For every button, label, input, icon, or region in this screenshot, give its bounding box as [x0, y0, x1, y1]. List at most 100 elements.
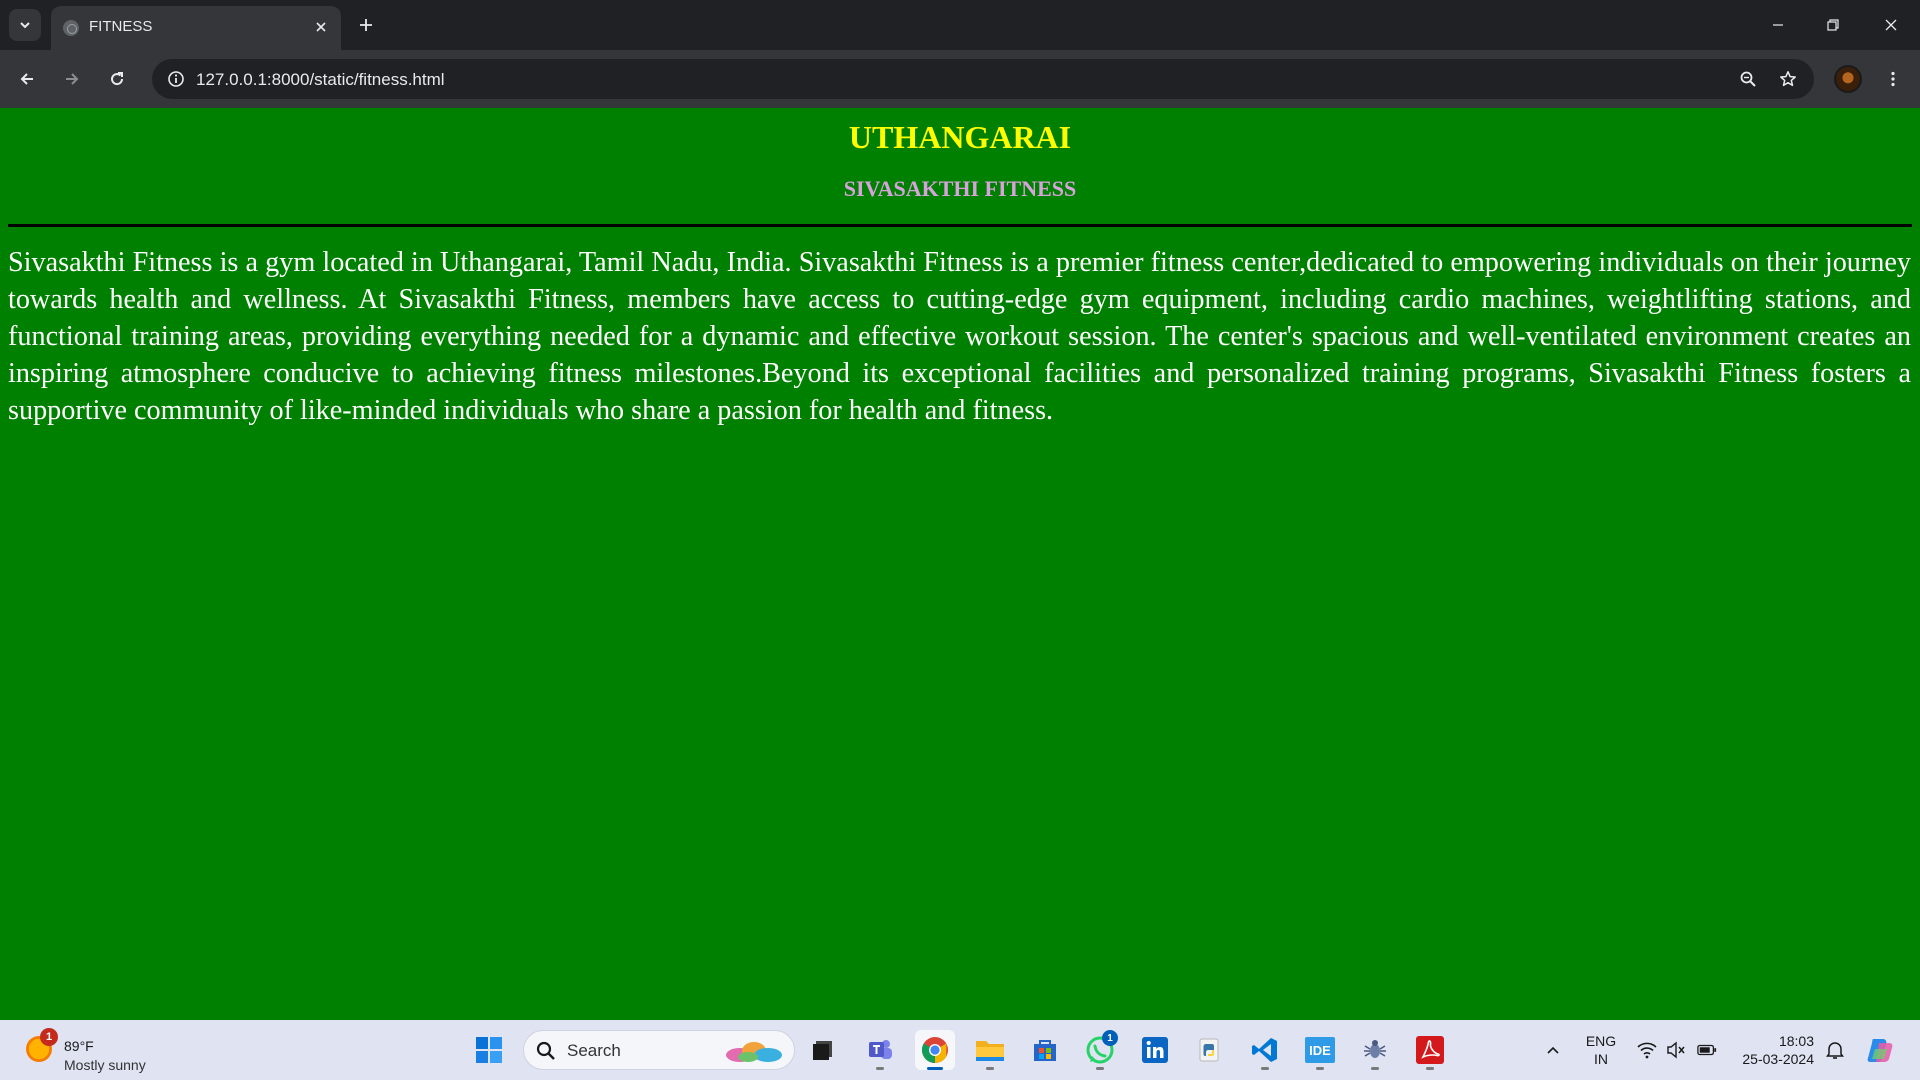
browser-toolbar: 127.0.0.1:8000/static/fitness.html [0, 50, 1920, 108]
chrome-button[interactable] [915, 1030, 955, 1070]
description-paragraph: Sivasakthi Fitness is a gym located in U… [8, 247, 1911, 426]
ide-icon: IDE [1305, 1037, 1335, 1063]
wifi-button[interactable] [1637, 1040, 1657, 1060]
notification-badge: 1 [40, 1028, 58, 1046]
restore-icon [1827, 19, 1839, 31]
page-title: UTHANGARAI [848, 119, 1072, 155]
copilot-button[interactable] [1860, 1030, 1900, 1070]
tab-strip: FITNESS [0, 0, 1920, 50]
tab-title: FITNESS [89, 18, 153, 35]
whatsapp-button[interactable]: 1 [1080, 1030, 1120, 1070]
teams-icon [869, 1040, 892, 1059]
browser-menu-button[interactable] [1877, 63, 1909, 95]
running-indicator [1261, 1067, 1269, 1070]
new-tab-button[interactable] [352, 11, 380, 39]
info-icon [168, 71, 184, 87]
chevron-up-icon [1547, 1046, 1559, 1054]
globe-icon [63, 20, 79, 36]
search-label: Search [567, 1041, 621, 1060]
zoom-icon [1740, 71, 1756, 87]
file-explorer-button[interactable] [970, 1030, 1010, 1070]
close-icon [316, 22, 326, 32]
running-indicator [1096, 1067, 1104, 1070]
wifi-icon [1637, 1042, 1657, 1059]
teams-button[interactable] [860, 1030, 900, 1070]
tab-search-button[interactable] [9, 9, 41, 41]
battery-button[interactable] [1697, 1040, 1717, 1060]
ide-label: IDE [1309, 1043, 1331, 1058]
task-view-icon [813, 1041, 832, 1060]
vscode-icon [1252, 1038, 1277, 1062]
profile-avatar[interactable] [1834, 65, 1862, 93]
windows-logo-icon [476, 1037, 502, 1063]
minimize-button[interactable] [1755, 8, 1801, 42]
reload-button[interactable] [101, 63, 133, 95]
volume-muted-icon [1667, 1041, 1685, 1059]
taskbar: 1 89°F Mostly sunny Search 1 IDE ENG IN … [0, 1020, 1920, 1080]
chrome-icon [921, 1037, 948, 1064]
running-indicator [876, 1067, 884, 1070]
region-code: IN [1594, 1051, 1608, 1067]
folder-icon [976, 1041, 1004, 1061]
star-icon [1780, 71, 1796, 87]
arrow-right-icon [66, 73, 79, 85]
python-icon [1199, 1038, 1219, 1062]
volume-button[interactable] [1666, 1040, 1686, 1060]
taskbar-search[interactable]: Search [523, 1030, 795, 1070]
more-vert-icon [1891, 71, 1895, 87]
notifications-button[interactable] [1825, 1040, 1845, 1060]
site-info-button[interactable] [160, 63, 192, 95]
ide-button[interactable]: IDE [1300, 1030, 1340, 1070]
show-hidden-icons-button[interactable] [1543, 1040, 1563, 1060]
microsoft-store-button[interactable] [1025, 1030, 1065, 1070]
close-window-button[interactable] [1868, 8, 1914, 42]
battery-icon [1697, 1044, 1717, 1056]
store-icon [1034, 1040, 1056, 1061]
address-bar[interactable]: 127.0.0.1:8000/static/fitness.html [152, 59, 1814, 99]
running-indicator [1371, 1067, 1379, 1070]
search-highlight-icon [726, 1042, 782, 1062]
divider [8, 224, 1912, 227]
restore-button[interactable] [1810, 8, 1856, 42]
plus-icon [360, 19, 372, 31]
weather-condition: Mostly sunny [64, 1057, 146, 1073]
vscode-button[interactable] [1245, 1030, 1285, 1070]
running-indicator [1426, 1067, 1434, 1070]
acrobat-icon [1416, 1036, 1444, 1064]
browser-tab[interactable]: FITNESS [51, 6, 341, 50]
language-indicator[interactable]: ENG IN [1583, 1032, 1619, 1068]
minimize-icon [1773, 24, 1783, 26]
search-icon [536, 1041, 555, 1060]
copilot-icon [1867, 1039, 1893, 1062]
app-button[interactable] [1355, 1030, 1395, 1070]
clock-time: 18:03 [1778, 1033, 1814, 1049]
arrow-left-icon [20, 73, 33, 85]
linkedin-button[interactable] [1135, 1030, 1175, 1070]
active-indicator [927, 1067, 943, 1070]
reload-icon [111, 72, 124, 86]
bell-icon [1826, 1042, 1844, 1059]
language-code: ENG [1585, 1033, 1617, 1049]
close-icon [1885, 19, 1897, 31]
url-text: 127.0.0.1:8000/static/fitness.html [196, 70, 445, 89]
linkedin-icon [1142, 1037, 1168, 1063]
task-view-button[interactable] [803, 1030, 843, 1070]
clock[interactable]: 18:03 25-03-2024 [1734, 1032, 1814, 1068]
page-viewport: UTHANGARAI SIVASAKTHI FITNESS Sivasakthi… [0, 108, 1920, 1020]
bookmark-button[interactable] [1772, 63, 1804, 95]
running-indicator [1316, 1067, 1324, 1070]
zoom-button[interactable] [1732, 63, 1764, 95]
running-indicator [986, 1067, 994, 1070]
page-subtitle: SIVASAKTHI FITNESS [843, 176, 1077, 201]
weather-widget[interactable]: 1 89°F Mostly sunny [22, 1028, 172, 1073]
weather-temperature: 89°F [64, 1038, 94, 1054]
forward-button[interactable] [56, 63, 88, 95]
acrobat-button[interactable] [1410, 1030, 1450, 1070]
chevron-down-icon [20, 22, 30, 29]
python-button[interactable] [1190, 1030, 1230, 1070]
clock-date: 25-03-2024 [1742, 1051, 1814, 1067]
notification-badge: 1 [1102, 1030, 1118, 1046]
start-button[interactable] [469, 1030, 509, 1070]
back-button[interactable] [11, 63, 43, 95]
close-tab-button[interactable] [311, 17, 331, 37]
